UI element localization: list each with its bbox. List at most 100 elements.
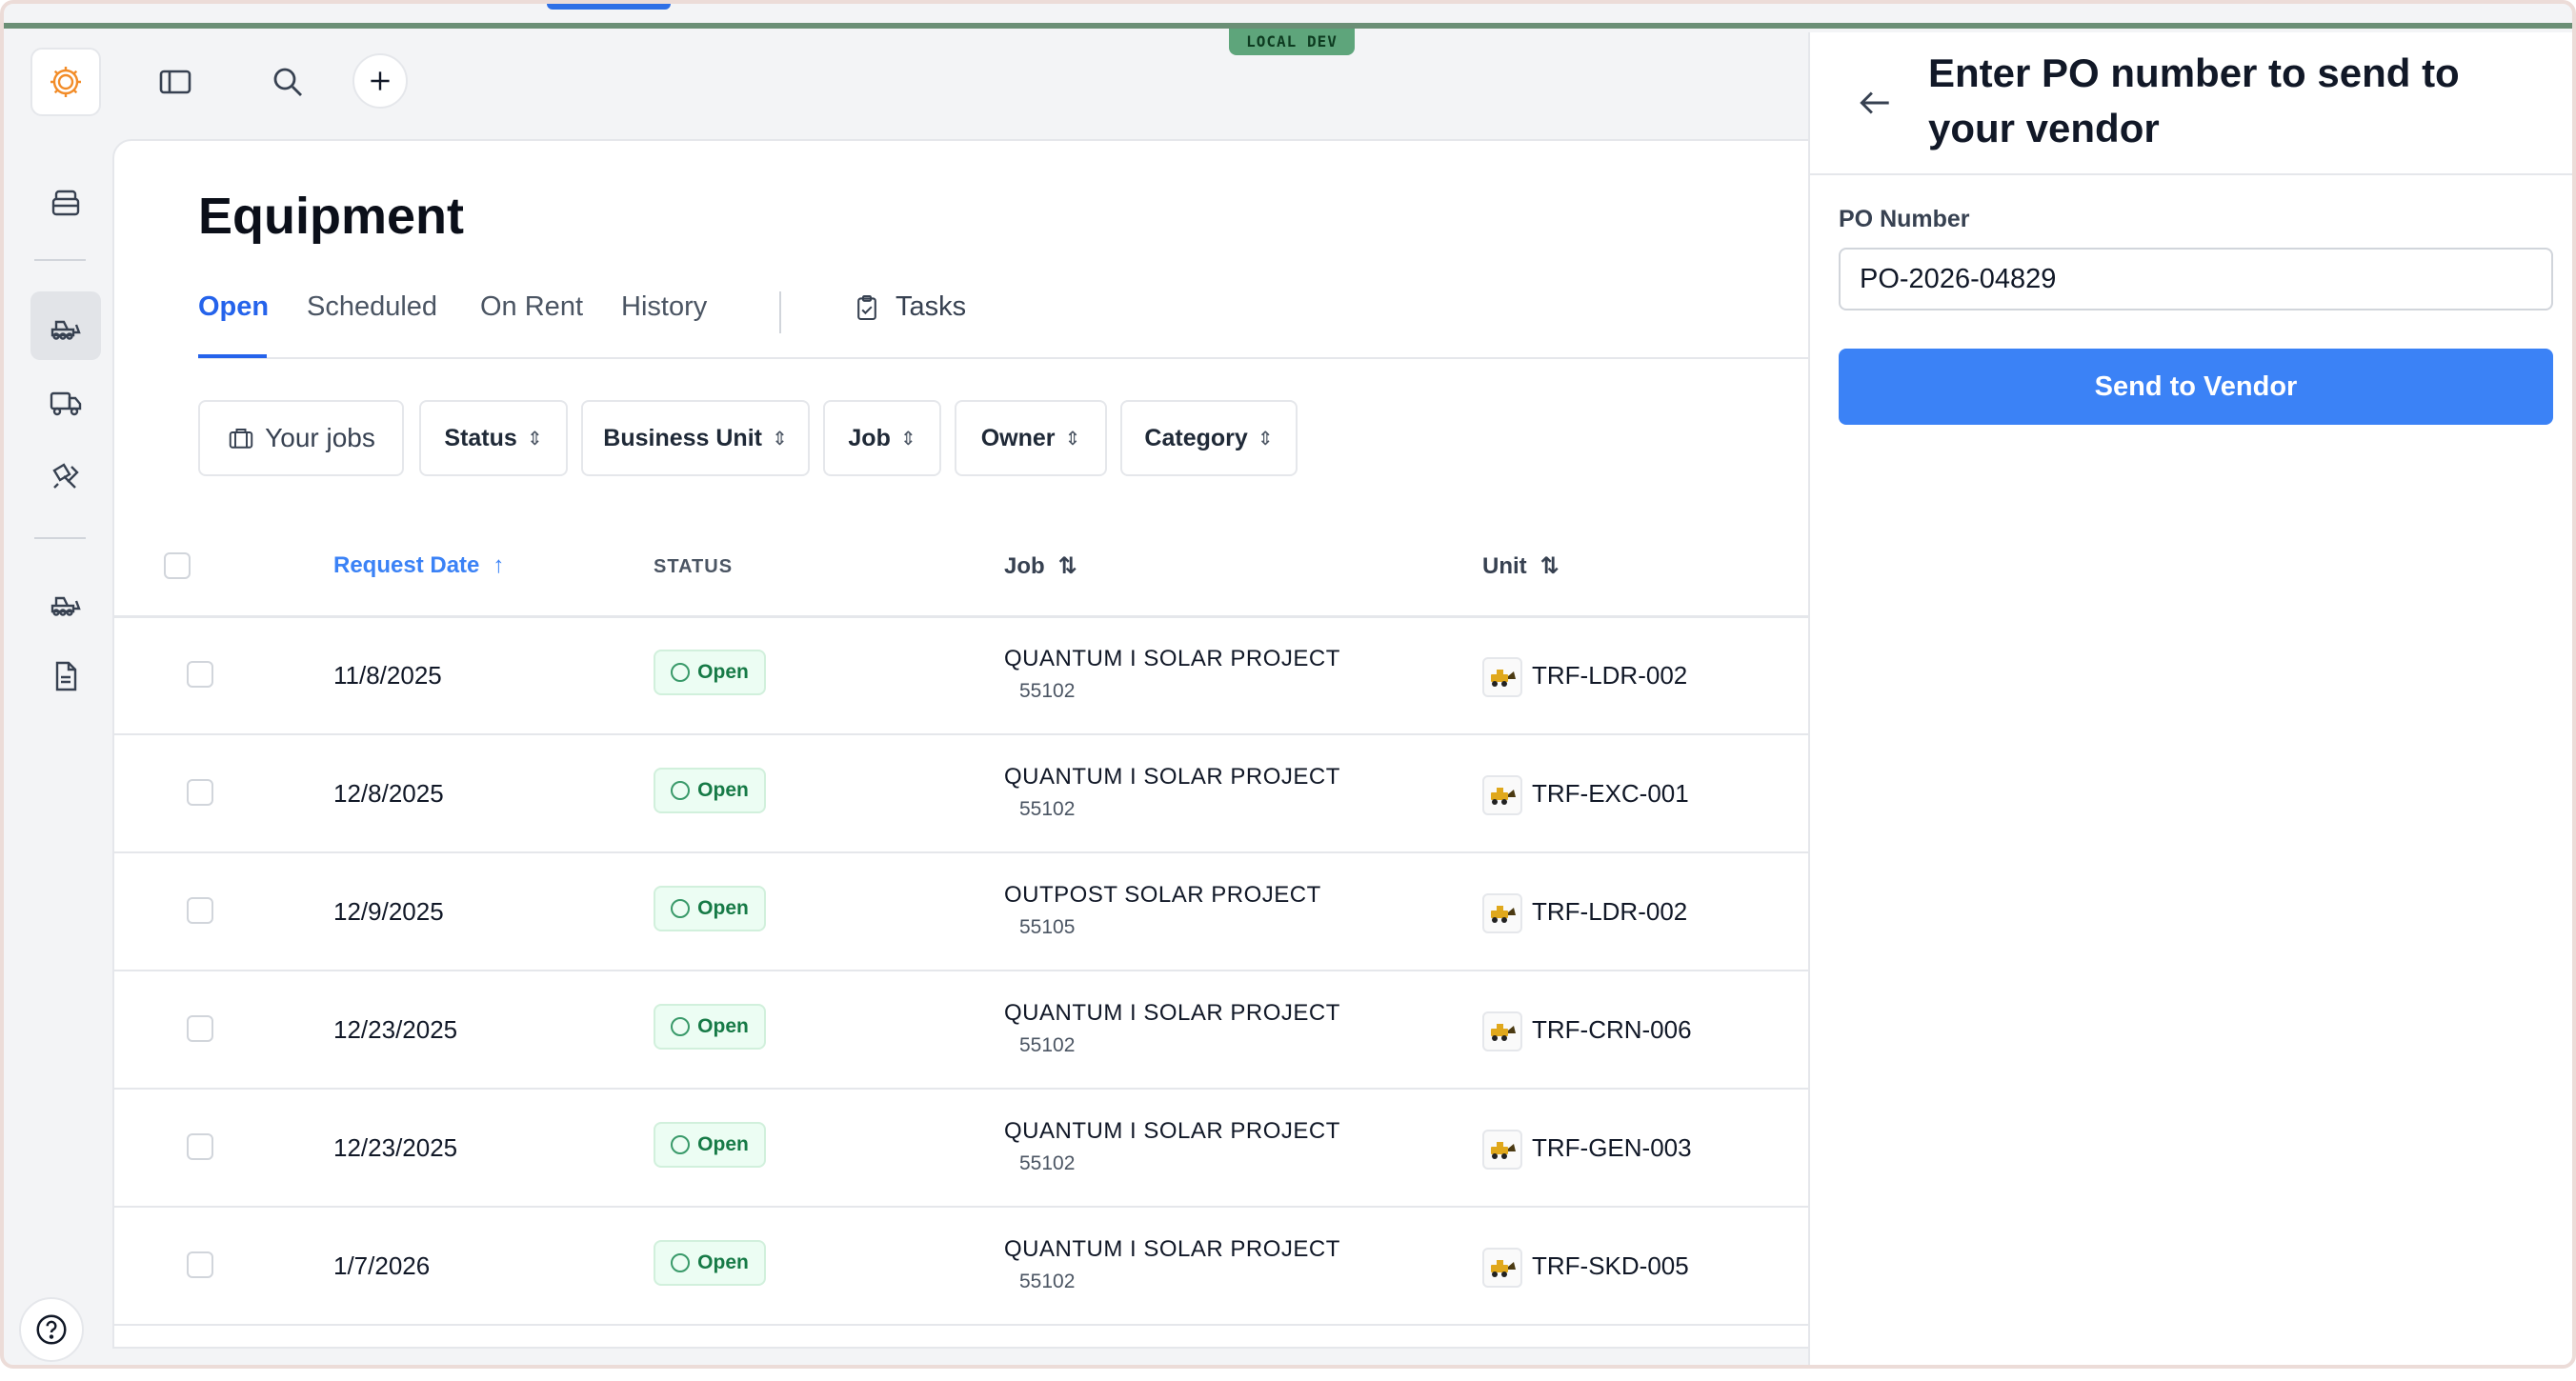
create-button[interactable]: [352, 53, 408, 109]
tools-icon: [52, 463, 79, 489]
table-row[interactable]: 12/9/2025 Open OUTPOST SOLAR PROJECT 551…: [114, 853, 1825, 971]
equipment-icon: [50, 320, 81, 340]
active-tab-indicator: [198, 354, 267, 358]
sort-ascending-icon: ↑: [493, 552, 505, 578]
search-button[interactable]: [265, 59, 311, 105]
chevron-up-down-icon: ⇕: [1257, 428, 1274, 450]
unit-thumbnail: [1482, 893, 1522, 933]
briefcase-icon: [229, 429, 253, 449]
rail-divider: [34, 259, 86, 261]
po-number-input[interactable]: [1839, 248, 2553, 310]
send-to-vendor-button[interactable]: Send to Vendor: [1839, 349, 2553, 425]
tab-on-rent[interactable]: On Rent: [480, 291, 583, 323]
row-checkbox[interactable]: [187, 897, 213, 924]
column-header-unit[interactable]: Unit ⇅: [1482, 552, 1560, 580]
column-header-request-date[interactable]: Request Date ↑: [333, 552, 504, 579]
back-button[interactable]: [1852, 80, 1898, 126]
unit-code[interactable]: TRF-GEN-003: [1532, 1133, 1692, 1163]
unit-thumbnail: [1482, 775, 1522, 815]
unit-code[interactable]: TRF-CRN-006: [1532, 1015, 1692, 1045]
unit-thumbnail: [1482, 657, 1522, 697]
sort-icon: ⇅: [1540, 553, 1560, 579]
rail-equipment-button[interactable]: [30, 291, 101, 360]
rail-tools-button[interactable]: [30, 442, 101, 510]
chevron-up-down-icon: ⇕: [526, 428, 543, 450]
chevron-up-down-icon: ⇕: [771, 428, 788, 450]
status-label: Open: [697, 1015, 749, 1037]
status-label: Open: [697, 779, 749, 801]
panel-title: Enter PO number to send to your vendor: [1928, 50, 2460, 150]
row-checkbox[interactable]: [187, 1133, 213, 1160]
unit-thumbnail: [1482, 1011, 1522, 1051]
unit-thumbnail: [1482, 1130, 1522, 1170]
app-logo-button[interactable]: [30, 48, 101, 116]
circle-icon: [671, 781, 691, 800]
filter-status[interactable]: Status ⇕: [419, 400, 568, 476]
filter-business-unit[interactable]: Business Unit ⇕: [581, 400, 810, 476]
filter-job[interactable]: Job ⇕: [823, 400, 941, 476]
help-icon: [36, 1314, 67, 1345]
rail-divider: [34, 537, 86, 539]
status-label: Open: [697, 1251, 749, 1273]
status-label: Open: [697, 897, 749, 919]
unit-code[interactable]: TRF-SKD-005: [1532, 1251, 1689, 1281]
tab-tasks-label: Tasks: [896, 291, 967, 322]
circle-icon: [671, 663, 691, 682]
tab-separator: [779, 291, 781, 333]
po-number-label: PO Number: [1839, 206, 1970, 232]
tab-scheduled[interactable]: Scheduled: [307, 291, 437, 323]
status-badge: Open: [654, 650, 766, 695]
rail-trucks-button[interactable]: [30, 368, 101, 436]
sidebar-toggle-icon: [159, 70, 191, 94]
row-checkbox[interactable]: [187, 779, 213, 806]
tabs-divider: [198, 357, 1825, 359]
truck-icon: [50, 391, 82, 416]
row-checkbox[interactable]: [187, 1015, 213, 1042]
rail-documents-button[interactable]: [30, 642, 101, 711]
row-checkbox[interactable]: [187, 1251, 213, 1278]
filter-label: Status: [444, 424, 517, 451]
app-window: LOCAL DEV Equipment Open Scheduled On Re…: [0, 0, 2576, 1369]
column-header-label: Unit: [1482, 552, 1527, 579]
rail-equipment-alt-button[interactable]: [30, 568, 101, 636]
chevron-up-down-icon: ⇕: [899, 428, 916, 450]
filter-owner[interactable]: Owner ⇕: [955, 400, 1107, 476]
select-all-checkbox[interactable]: [164, 552, 191, 579]
table-row[interactable]: 1/7/2026 Open QUANTUM I SOLAR PROJECT 55…: [114, 1208, 1825, 1326]
top-indicator: [547, 4, 671, 10]
unit-code[interactable]: TRF-LDR-002: [1532, 897, 1687, 927]
unit-code[interactable]: TRF-EXC-001: [1532, 779, 1689, 809]
job-number: 55102: [1019, 798, 1076, 820]
unit-thumbnail: [1482, 1248, 1522, 1288]
status-badge: Open: [654, 768, 766, 813]
table-row[interactable]: 12/23/2025 Open QUANTUM I SOLAR PROJECT …: [114, 971, 1825, 1090]
tab-open[interactable]: Open: [198, 291, 269, 323]
environment-badge: LOCAL DEV: [1229, 29, 1355, 55]
circle-icon: [671, 1253, 691, 1272]
sidebar-toggle-button[interactable]: [152, 59, 198, 105]
filter-label: Your jobs: [265, 423, 375, 452]
job-name: QUANTUM I SOLAR PROJECT: [1004, 1118, 1340, 1144]
table-row[interactable]: 12/8/2025 Open QUANTUM I SOLAR PROJECT 5…: [114, 735, 1825, 853]
circle-icon: [671, 899, 691, 918]
job-number: 55102: [1019, 1152, 1076, 1174]
tab-tasks[interactable]: Tasks: [852, 291, 966, 323]
tab-history[interactable]: History: [621, 291, 707, 323]
job-name: QUANTUM I SOLAR PROJECT: [1004, 1236, 1340, 1262]
crane-icon: [1491, 1024, 1516, 1041]
table-row[interactable]: 11/8/2025 Open QUANTUM I SOLAR PROJECT 5…: [114, 617, 1825, 735]
row-checkbox[interactable]: [187, 661, 213, 688]
request-date: 12/23/2025: [333, 1133, 458, 1162]
status-label: Open: [697, 661, 749, 683]
job-number: 55102: [1019, 680, 1076, 702]
help-button[interactable]: [19, 1297, 84, 1362]
rail-inventory-button[interactable]: [30, 168, 101, 236]
column-header-job[interactable]: Job ⇅: [1004, 552, 1077, 580]
table-row[interactable]: 12/23/2025 Open QUANTUM I SOLAR PROJECT …: [114, 1090, 1825, 1208]
column-header-label: Request Date: [333, 552, 480, 578]
filter-category[interactable]: Category ⇕: [1120, 400, 1298, 476]
unit-code[interactable]: TRF-LDR-002: [1532, 661, 1687, 690]
filter-your-jobs[interactable]: Your jobs: [198, 400, 404, 476]
job-number: 55105: [1019, 916, 1076, 938]
job-name: QUANTUM I SOLAR PROJECT: [1004, 1000, 1340, 1026]
